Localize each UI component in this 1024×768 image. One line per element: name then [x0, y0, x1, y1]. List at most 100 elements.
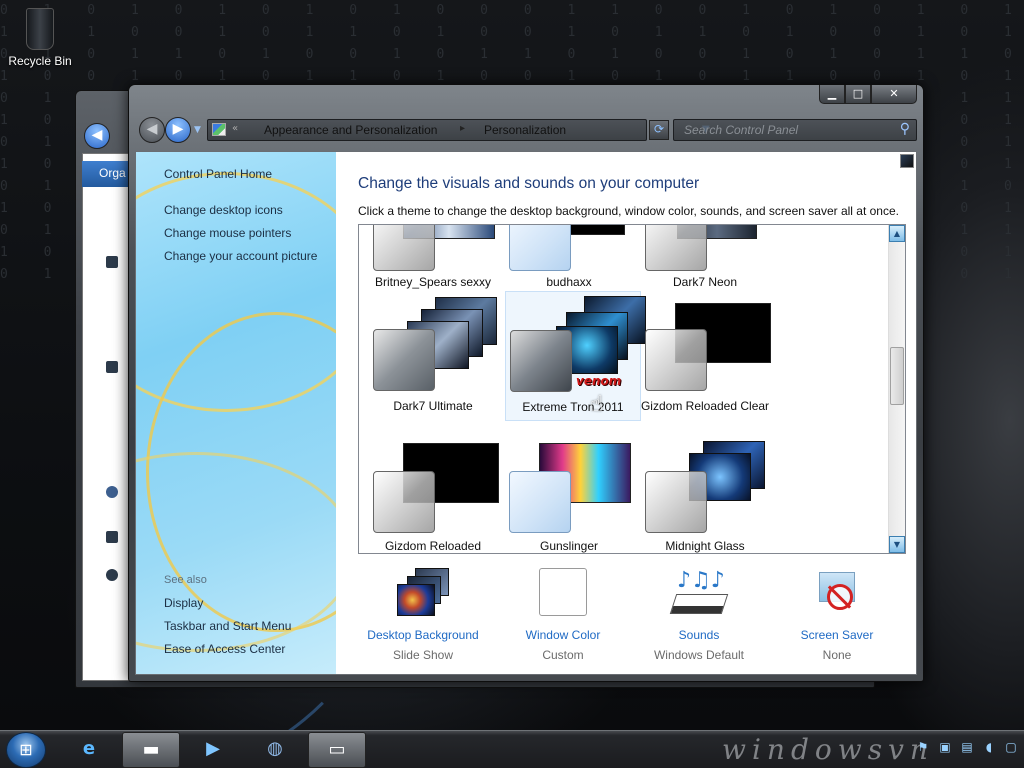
- address-bar[interactable]: « Appearance and Personalization ▸ Perso…: [207, 119, 710, 141]
- show-desktop-icon[interactable]: ▢: [1004, 740, 1018, 754]
- theme-name: Dark7 Neon: [672, 275, 738, 289]
- control-panel-icon[interactable]: ▭: [308, 732, 366, 768]
- window-color-link[interactable]: Window Color: [498, 628, 628, 642]
- sounds-link[interactable]: Sounds: [634, 628, 764, 642]
- page-title: Change the visuals and sounds on your co…: [358, 175, 700, 192]
- maximize-button[interactable]: □: [845, 85, 871, 104]
- theme-name: Dark7 Ultimate: [393, 399, 473, 413]
- search-icon[interactable]: ⚲: [900, 121, 910, 137]
- change-desktop-icons-link[interactable]: Change desktop icons: [164, 203, 283, 217]
- ease-of-access-link[interactable]: Ease of Access Center: [164, 642, 285, 656]
- volume-icon[interactable]: ◖: [982, 740, 996, 754]
- taskbar-start-menu-link[interactable]: Taskbar and Start Menu: [164, 619, 291, 633]
- window-content: Control Panel Home Change desktop icons …: [135, 151, 917, 675]
- theme-item[interactable]: Gizdom Reloaded: [365, 435, 501, 553]
- theme-window-preview: [645, 225, 707, 271]
- theme-item[interactable]: Midnight Glass: [637, 435, 773, 553]
- network-globe-icon[interactable]: ◍: [246, 732, 304, 768]
- personalization-window[interactable]: ▁ □ ✕ ◀ ▶ ▼ « Appearance and Personaliza…: [128, 84, 924, 682]
- theme-window-preview: [645, 471, 707, 533]
- back-arrow-icon[interactable]: ◀: [139, 117, 165, 143]
- sounds-value: Windows Default: [653, 648, 745, 662]
- back-window-back-icon[interactable]: ◀: [84, 123, 110, 149]
- venom-logo: venom: [576, 374, 622, 388]
- breadcrumb-personalization[interactable]: Personalization: [484, 123, 566, 137]
- change-mouse-pointers-link[interactable]: Change mouse pointers: [164, 226, 291, 240]
- theme-window-preview: [373, 225, 435, 271]
- theme-window-preview: [373, 329, 435, 391]
- recycle-bin[interactable]: Recycle Bin: [4, 8, 76, 68]
- homegroup-icon: [106, 486, 118, 498]
- theme-name: budhaxx: [546, 275, 592, 289]
- see-also-heading: See also: [164, 574, 207, 586]
- theme-name: Gunslinger: [539, 539, 599, 553]
- search-placeholder: Search Control Panel: [684, 123, 799, 137]
- recycle-bin-label: Recycle Bin: [8, 54, 72, 68]
- window-color-setting[interactable]: Window Color Custom: [498, 568, 628, 662]
- folder-icon: [106, 256, 118, 268]
- screen-saver-value: None: [822, 648, 852, 662]
- theme-name: Britney_Spears sexxy: [374, 275, 492, 289]
- window-color-icon: [533, 568, 593, 620]
- breadcrumb-separator-icon[interactable]: ▸: [460, 123, 465, 134]
- theme-window-preview: [510, 330, 572, 392]
- organize-button[interactable]: Orga: [82, 161, 132, 187]
- theme-item[interactable]: Britney_Spears sexxy: [365, 225, 501, 289]
- close-button[interactable]: ✕: [871, 85, 917, 104]
- search-input[interactable]: Search Control Panel ⚲: [673, 119, 917, 141]
- forward-arrow-icon[interactable]: ▶: [165, 117, 191, 143]
- theme-item[interactable]: Gizdom Reloaded Clear: [637, 295, 773, 425]
- screen-saver-setting[interactable]: Screen Saver None: [772, 568, 902, 662]
- theme-window-preview: [509, 225, 571, 271]
- recycle-bin-icon: [26, 8, 54, 50]
- theme-name: Extreme Tron 2011: [522, 400, 624, 414]
- theme-item[interactable]: Dark7 Ultimate: [365, 295, 501, 425]
- control-panel-home-link[interactable]: Control Panel Home: [164, 167, 272, 181]
- desktop-background-icon: [393, 568, 453, 620]
- watermark-logo: windowsvn: [722, 733, 934, 766]
- media-player-icon[interactable]: ▶: [184, 732, 242, 768]
- control-panel-icon: [212, 123, 226, 136]
- start-button[interactable]: ⊞: [6, 732, 46, 768]
- recent-pages-dropdown-icon[interactable]: ▼: [194, 125, 201, 135]
- refresh-icon[interactable]: ⟳: [649, 120, 669, 140]
- theme-name: Gizdom Reloaded Clear: [640, 399, 770, 413]
- theme-name: Midnight Glass: [665, 539, 745, 553]
- theme-item[interactable]: Dark7 Neon: [637, 225, 773, 289]
- desktop-background-link[interactable]: Desktop Background: [358, 628, 488, 642]
- minimize-button[interactable]: ▁: [819, 85, 845, 104]
- window-controls: ▁ □ ✕: [819, 85, 917, 105]
- theme-item[interactable]: budhaxx: [501, 225, 637, 289]
- breadcrumb-overflow-icon[interactable]: «: [232, 123, 238, 134]
- theme-item-selected[interactable]: venom Extreme Tron 2011: [505, 291, 646, 421]
- desktop-background-setting[interactable]: Desktop Background Slide Show: [358, 568, 488, 662]
- scroll-down-icon[interactable]: ▼: [889, 536, 905, 553]
- breadcrumb-appearance[interactable]: Appearance and Personalization: [264, 123, 437, 137]
- scrollbar-thumb[interactable]: [890, 347, 904, 405]
- theme-list-scrollbar[interactable]: ▲ ▼: [888, 225, 905, 553]
- screen-saver-link[interactable]: Screen Saver: [772, 628, 902, 642]
- sounds-setting[interactable]: ♪♫♪ Sounds Windows Default: [634, 568, 764, 662]
- page-subtitle: Click a theme to change the desktop back…: [358, 204, 899, 218]
- scroll-up-icon[interactable]: ▲: [889, 225, 905, 242]
- theme-window-preview: [373, 471, 435, 533]
- theme-window-preview: [645, 329, 707, 391]
- help-icon[interactable]: [900, 154, 914, 168]
- theme-name: Gizdom Reloaded: [384, 539, 482, 553]
- change-account-picture-link[interactable]: Change your account picture: [164, 249, 317, 263]
- system-tray: ⚑ ▣ ▤ ◖ ▢: [916, 740, 1018, 754]
- task-pane: Control Panel Home Change desktop icons …: [136, 152, 336, 674]
- theme-item[interactable]: Gunslinger: [501, 435, 637, 553]
- mouse-cursor-icon: ☝: [590, 392, 604, 417]
- network-icon: [106, 569, 118, 581]
- windows-explorer-icon[interactable]: ▬: [122, 732, 180, 768]
- network-status-icon[interactable]: ▤: [960, 740, 974, 754]
- theme-list: Britney_Spears sexxy budhaxx Dark7 Neon: [358, 224, 906, 554]
- theme-window-preview: [509, 471, 571, 533]
- internet-explorer-icon[interactable]: e: [60, 732, 118, 768]
- action-center-icon[interactable]: ⚑: [916, 740, 930, 754]
- taskbar: ⊞ e ▬ ▶ ◍ ▭ windowsvn ⚑ ▣ ▤ ◖ ▢: [0, 730, 1024, 768]
- monitor-icon[interactable]: ▣: [938, 740, 952, 754]
- window-color-value: Custom: [542, 648, 584, 662]
- display-link[interactable]: Display: [164, 596, 203, 610]
